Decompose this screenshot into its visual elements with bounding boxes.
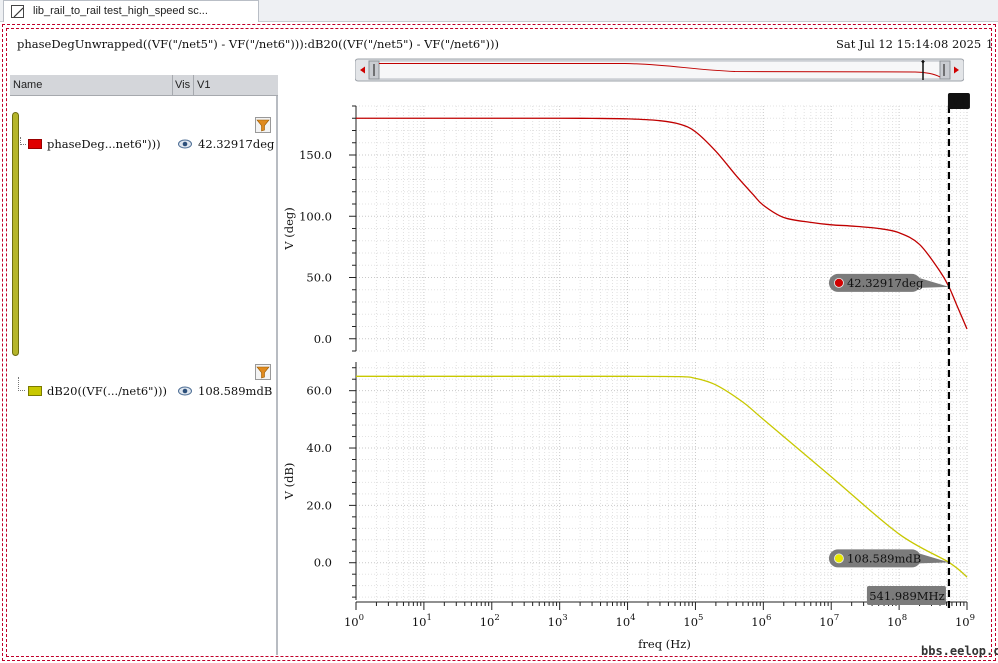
- grid: [355, 105, 968, 600]
- y-tick-label: 100.0: [299, 209, 332, 223]
- trace-name: dB20((VF(.../net6"))): [47, 384, 167, 398]
- cursor-tag-label: V1: [950, 95, 966, 108]
- y-tick-label: 20.0: [306, 498, 332, 512]
- y-tick-label: 60.0: [306, 384, 332, 398]
- marker-dot-icon: [834, 553, 844, 564]
- waveform-plot[interactable]: 0.0 50.0 100.0 150.0 V (deg) 0.0 20.0 40.0 60.0 V…: [279, 88, 997, 658]
- trace-cursor-value: 42.32917deg: [198, 137, 275, 151]
- trace-panel: Name Vis V1 phaseDeg...net6"))) 42.32917…: [10, 75, 278, 655]
- trace-cursor-value: 108.589mdB: [198, 384, 273, 398]
- y-tick-label: 50.0: [306, 271, 332, 285]
- filter-icon[interactable]: [255, 117, 271, 133]
- x-tick-label: 101: [412, 613, 432, 629]
- x-tick-label: 103: [548, 613, 568, 629]
- y-tick-label: 40.0: [306, 441, 332, 455]
- scroller-right-handle: [939, 60, 951, 80]
- subwindow-number: 1: [986, 37, 994, 51]
- plot-expression-title: phaseDegUnwrapped((VF("/net5") - VF("/ne…: [17, 37, 499, 51]
- y-tick-label: 0.0: [314, 332, 332, 346]
- y-axis-label: V (deg): [282, 207, 296, 250]
- x-tick-label: 102: [480, 613, 500, 629]
- filter-icon[interactable]: [255, 364, 271, 380]
- waveform-file-icon: [11, 5, 24, 18]
- column-header-vis[interactable]: Vis: [175, 79, 190, 91]
- x-tick-label: 104: [616, 613, 636, 629]
- cursor-freq-label: 541.989MHz: [869, 589, 944, 603]
- x-tick-label: 100: [344, 613, 364, 629]
- plot-timestamp: Sat Jul 12 15:14:08 2025: [836, 37, 982, 51]
- watermark: bbs.eelop.cn: [921, 644, 998, 658]
- trace-color-swatch[interactable]: [28, 386, 42, 396]
- trace-row-db20[interactable]: dB20((VF(.../net6"))) 108.589mdB: [10, 384, 278, 400]
- x-tick-label: 109: [955, 613, 975, 629]
- tab-bar: lib_rail_to_rail test_high_speed sc...: [0, 0, 998, 22]
- marker-value-label: 42.32917deg: [847, 276, 924, 290]
- x-tick-label: 107: [819, 613, 839, 629]
- column-header-name[interactable]: Name: [13, 79, 42, 91]
- eye-icon[interactable]: [178, 386, 192, 396]
- x-axis-label: freq (Hz): [638, 637, 691, 651]
- x-tick-label: 106: [751, 613, 771, 629]
- trace-name: phaseDeg...net6"))): [47, 137, 161, 151]
- tab-label: lib_rail_to_rail test_high_speed sc...: [33, 5, 208, 17]
- trace-color-swatch[interactable]: [28, 139, 42, 149]
- marker-dot-icon: [834, 277, 844, 288]
- marker-value-label: 108.589mdB: [847, 551, 921, 565]
- x-tick-label: 108: [887, 613, 907, 629]
- tab-waveform[interactable]: lib_rail_to_rail test_high_speed sc...: [3, 0, 259, 22]
- eye-icon[interactable]: [178, 139, 192, 149]
- y-tick-label: 150.0: [299, 148, 332, 162]
- series: [355, 117, 968, 578]
- y-tick-label: 0.0: [314, 556, 332, 570]
- series-line-0: [355, 117, 968, 330]
- column-header-v1[interactable]: V1: [197, 79, 210, 91]
- axes: 0.0 50.0 100.0 150.0 V (deg) 0.0 20.0 40.0 60.0 V…: [282, 105, 975, 651]
- series-line-1: [356, 375, 968, 578]
- overview-scroller[interactable]: [355, 58, 964, 82]
- y-axis-label: V (dB): [282, 463, 296, 501]
- trace-panel-header: Name Vis V1: [10, 75, 278, 96]
- trace-row-phase[interactable]: phaseDeg...net6"))) 42.32917deg: [10, 137, 278, 153]
- x-tick-label: 105: [683, 613, 703, 629]
